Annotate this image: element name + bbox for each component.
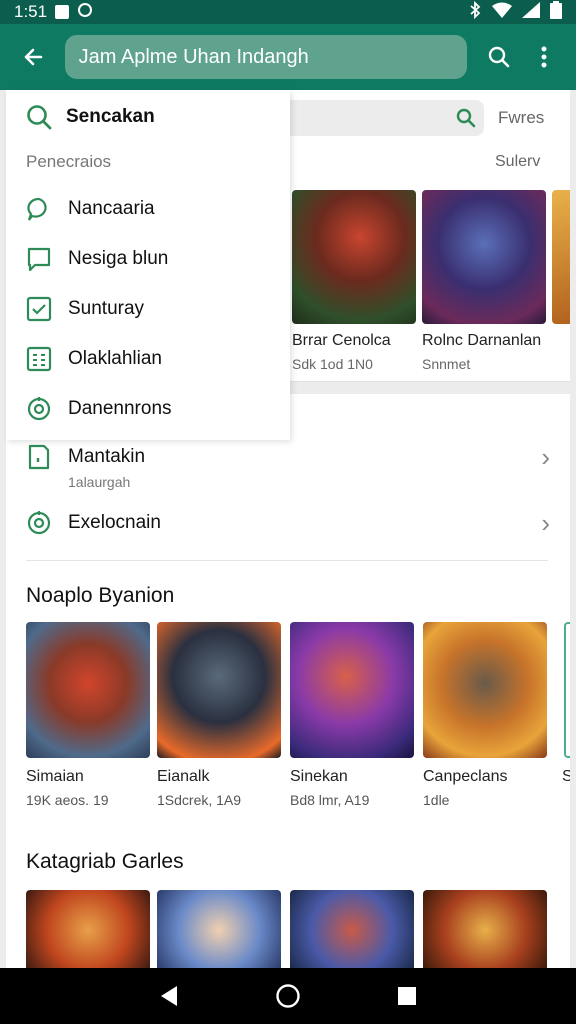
status-bar: 1:51 — [0, 0, 576, 24]
status-right — [468, 0, 562, 24]
game-thumbnail — [290, 622, 414, 758]
game-name: Canpeclans — [423, 768, 508, 785]
target-icon — [27, 511, 51, 535]
drawer-item[interactable]: Olaklahlian — [26, 346, 162, 372]
target-icon — [27, 397, 51, 421]
search-input[interactable]: Jam Aplme Uhan Indangh — [64, 35, 467, 79]
filter-label[interactable]: Fwres — [498, 108, 544, 128]
game-name: Rolnc Darnanlan — [422, 332, 542, 349]
game-thumbnail[interactable] — [157, 890, 281, 968]
circle-home-icon — [276, 984, 300, 1008]
menu-item-label: Exelocnain — [68, 512, 161, 533]
status-time: 1:51 — [14, 2, 48, 21]
drawer-header[interactable]: Sencakan — [26, 104, 155, 130]
app-bar: Jam Aplme Uhan Indangh — [0, 24, 576, 90]
game-meta: 1dle — [423, 792, 450, 808]
grid-list-icon — [26, 346, 52, 372]
game-meta: 1Sdcrek, 1A9 — [157, 792, 242, 808]
drawer-item-label: Nancaaria — [68, 198, 155, 219]
message-square-icon — [27, 247, 51, 272]
signal-icon — [522, 1, 540, 23]
square-recents-icon — [397, 987, 416, 1005]
system-nav-bar — [0, 968, 576, 1024]
game-name: Brrar Cenolca — [292, 332, 391, 349]
chat-bubble-icon — [27, 197, 47, 221]
drawer-item[interactable]: Danennrons — [26, 396, 172, 422]
game-card[interactable]: Sinekan Bd8 lmr, A19 — [290, 622, 414, 808]
battery-icon — [550, 0, 562, 24]
drawer-item-label: Olaklahlian — [68, 348, 162, 369]
drawer-item[interactable]: Sunturay — [26, 296, 144, 322]
game-thumbnail[interactable] — [290, 890, 414, 968]
game-thumbnail — [423, 622, 547, 758]
menu-item[interactable]: Mantakin — [26, 444, 145, 470]
game-name: Eianalk — [157, 768, 210, 785]
game-name-partial: S — [562, 768, 570, 785]
nav-recents-button[interactable] — [387, 976, 427, 1016]
wifi-icon — [492, 2, 512, 23]
inner-search-field[interactable] — [276, 100, 484, 136]
chevron-right-icon[interactable]: › — [541, 508, 550, 539]
triangle-back-icon — [161, 986, 178, 1006]
drawer-item-label: Danennrons — [68, 398, 172, 419]
sync-icon — [77, 2, 93, 23]
game-meta: Snnmet — [422, 356, 471, 372]
game-thumbnail-partial[interactable] — [552, 190, 570, 324]
game-meta: Bd8 lmr, A19 — [290, 792, 370, 808]
game-meta: 19K aeos. 19 — [26, 792, 109, 808]
drawer-item[interactable]: Nesiga blun — [26, 246, 168, 272]
game-thumbnail — [26, 622, 150, 758]
drawer-item-label: Nesiga blun — [68, 248, 169, 269]
more-vert-icon — [541, 46, 547, 68]
navigation-drawer: Sencakan Penecraios Nancaaria Nesiga blu… — [6, 90, 290, 440]
game-meta: Sdk 1od 1N0 — [292, 356, 373, 372]
game-thumbnail — [422, 190, 546, 324]
game-thumbnail-partial[interactable] — [564, 622, 570, 758]
game-name: Sinekan — [290, 768, 348, 785]
search-button[interactable] — [477, 33, 522, 81]
drawer-item[interactable]: Nancaaria — [26, 196, 155, 222]
nav-back-button[interactable] — [149, 976, 189, 1016]
sort-label[interactable]: Sulerv — [495, 153, 540, 171]
status-left: 1:51 — [14, 2, 93, 23]
chevron-right-icon[interactable]: › — [541, 442, 550, 473]
game-card[interactable]: Eianalk 1Sdcrek, 1A9 — [157, 622, 281, 808]
section-title: Katagriab Garles — [26, 850, 184, 873]
game-card[interactable]: Rolnc Darnanlan Snnmet — [422, 190, 546, 372]
menu-item-label: Mantakin — [68, 446, 146, 467]
bookmark-icon — [28, 444, 50, 470]
game-thumbnail — [157, 622, 281, 758]
game-thumbnail — [292, 190, 416, 324]
search-icon — [488, 46, 510, 68]
drawer-item-label: Sunturay — [68, 298, 145, 319]
bluetooth-icon — [468, 0, 482, 24]
game-card[interactable]: Simaian 19K aeos. 19 — [26, 622, 150, 808]
nav-home-button[interactable] — [268, 976, 308, 1016]
section-title: Noaplo Byanion — [26, 584, 175, 607]
drawer-header-label: Sencakan — [66, 106, 155, 127]
drawer-subheader: Penecraios — [26, 152, 112, 171]
arrow-back-icon — [25, 48, 43, 66]
search-query-text: Jam Aplme Uhan Indangh — [78, 45, 309, 68]
notification-icon — [55, 5, 70, 19]
divider — [26, 560, 548, 561]
game-name: Simaian — [26, 768, 84, 785]
menu-item-sublabel: 1alaurgah — [68, 474, 131, 490]
overflow-menu-button[interactable] — [521, 33, 566, 81]
game-card[interactable]: Canpeclans 1dle — [423, 622, 547, 808]
game-card[interactable]: Brrar Cenolca Sdk 1od 1N0 — [292, 190, 416, 372]
menu-item[interactable]: Exelocnain — [26, 510, 161, 536]
game-thumbnail[interactable] — [26, 890, 150, 968]
game-thumbnail[interactable] — [423, 890, 547, 968]
back-button[interactable] — [10, 33, 57, 81]
search-icon — [456, 108, 476, 128]
search-icon — [27, 105, 52, 130]
checkbox-icon — [26, 296, 52, 322]
